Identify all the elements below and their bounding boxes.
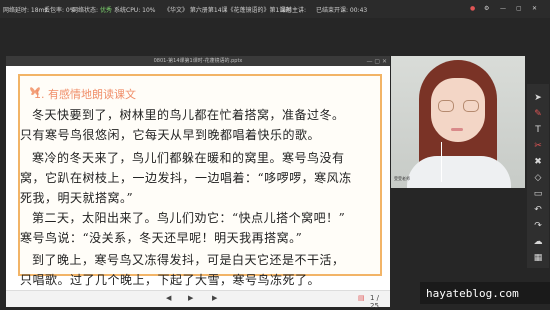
text-line-9: 只唱歌。过了几个晚上，下起了大雪，寒号鸟冻死了。 [20, 273, 321, 287]
annotation-toolbar: ➤ ✎ T ✂ ✖ ◇ ▭ ↶ ↷ ☁ ▦ [527, 84, 549, 268]
text-icon[interactable]: T [531, 124, 545, 136]
settings-icon[interactable]: ⚙ [484, 5, 489, 12]
scissors-icon[interactable]: ✂ [531, 140, 545, 152]
watermark-text: hayateblog.com [426, 287, 519, 300]
record-icon[interactable]: ● [470, 5, 475, 12]
eraser-icon[interactable]: ▭ [531, 188, 545, 200]
session-status-bar: 网络延时: 18ms 丢包率: 0% 网络状态: 优秀 系统CPU: 10% 《… [0, 0, 550, 18]
slide-heading: 1. 有感情地朗读课文 [34, 88, 136, 101]
network-status-label: 网络状态: [72, 7, 99, 14]
text-line-6: 第二天，太阳出来了。鸟儿们劝它：“快点儿搭个窝吧！” [32, 211, 346, 225]
play-icon[interactable]: ▶ [188, 294, 193, 302]
glasses-left [438, 100, 454, 112]
speaker-label: 当前主讲: [280, 7, 307, 14]
glasses-right [463, 100, 479, 112]
camera-name-label: 受受老师 [394, 176, 410, 181]
text-line-7: 寒号鸟说：“没关系，冬天还早呢！明天我再搭窝。” [20, 231, 303, 245]
cpu-usage: 系统CPU: 10% [114, 7, 156, 14]
slide-file-title: 0801-第14课第1课时-花蓬镜语的.pptx [6, 56, 390, 66]
text-line-4: 窝，它趴在树枝上，一边发抖，一边唱着：“哆啰啰，寒风冻 [20, 171, 352, 185]
delete-icon[interactable]: ✖ [531, 156, 545, 168]
text-line-1: 冬天快要到了，树林里的鸟儿都在忙着搭窝，准备过冬。 [32, 108, 345, 122]
class-timer: 已结束开课: 00:43 [316, 7, 368, 14]
slide-menu-icon[interactable]: ▤ [358, 294, 365, 302]
text-line-3: 寒冷的冬天来了，鸟儿们都躲在暖和的窝里。寒号鸟没有 [32, 151, 345, 165]
prev-icon[interactable]: ◀ [166, 294, 171, 302]
page-indicator: 1 / 25 [370, 294, 380, 310]
text-line-2: 只有寒号鸟很悠闲，它每天从早到晚都唱着快乐的歌。 [20, 128, 321, 142]
redo-icon[interactable]: ↷ [531, 220, 545, 232]
pen-icon[interactable]: ✎ [531, 108, 545, 120]
maximize-icon[interactable]: ▢ [516, 5, 522, 12]
close-icon[interactable]: ✕ [532, 5, 537, 12]
teacher-shirt [407, 156, 511, 188]
grid-icon[interactable]: ▦ [531, 252, 545, 264]
teacher-mouth [451, 128, 463, 131]
minimize-icon[interactable]: — [500, 5, 506, 12]
slide-controls: ◀ ▶ ▶ ▤ 1 / 25 [6, 290, 390, 310]
slide-window-controls[interactable]: — ▢ ✕ [366, 58, 387, 65]
text-line-5: 死我，明天就搭窝。” [20, 191, 134, 205]
teacher-camera-feed [391, 56, 525, 188]
network-latency: 网络延时: 18ms [3, 7, 48, 14]
earphone-cord [441, 142, 442, 182]
network-quality: 优秀 [100, 7, 113, 14]
cloud-icon[interactable]: ☁ [531, 236, 545, 248]
course-title: 《华文》 第六册第14课《花蓬镜语的》第1课时 [164, 7, 292, 14]
packet-loss: 丢包率: 0% [44, 7, 76, 14]
next-icon[interactable]: ▶ [212, 294, 217, 302]
cursor-icon[interactable]: ➤ [531, 92, 545, 104]
text-line-8: 到了晚上，寒号鸟又冻得发抖，可是白天它还是不干活， [32, 253, 345, 267]
slide-window: 0801-第14课第1课时-花蓬镜语的.pptx — ▢ ✕ 1. 有感情地朗读… [6, 56, 390, 310]
undo-icon[interactable]: ↶ [531, 204, 545, 216]
shape-icon[interactable]: ◇ [531, 172, 545, 184]
